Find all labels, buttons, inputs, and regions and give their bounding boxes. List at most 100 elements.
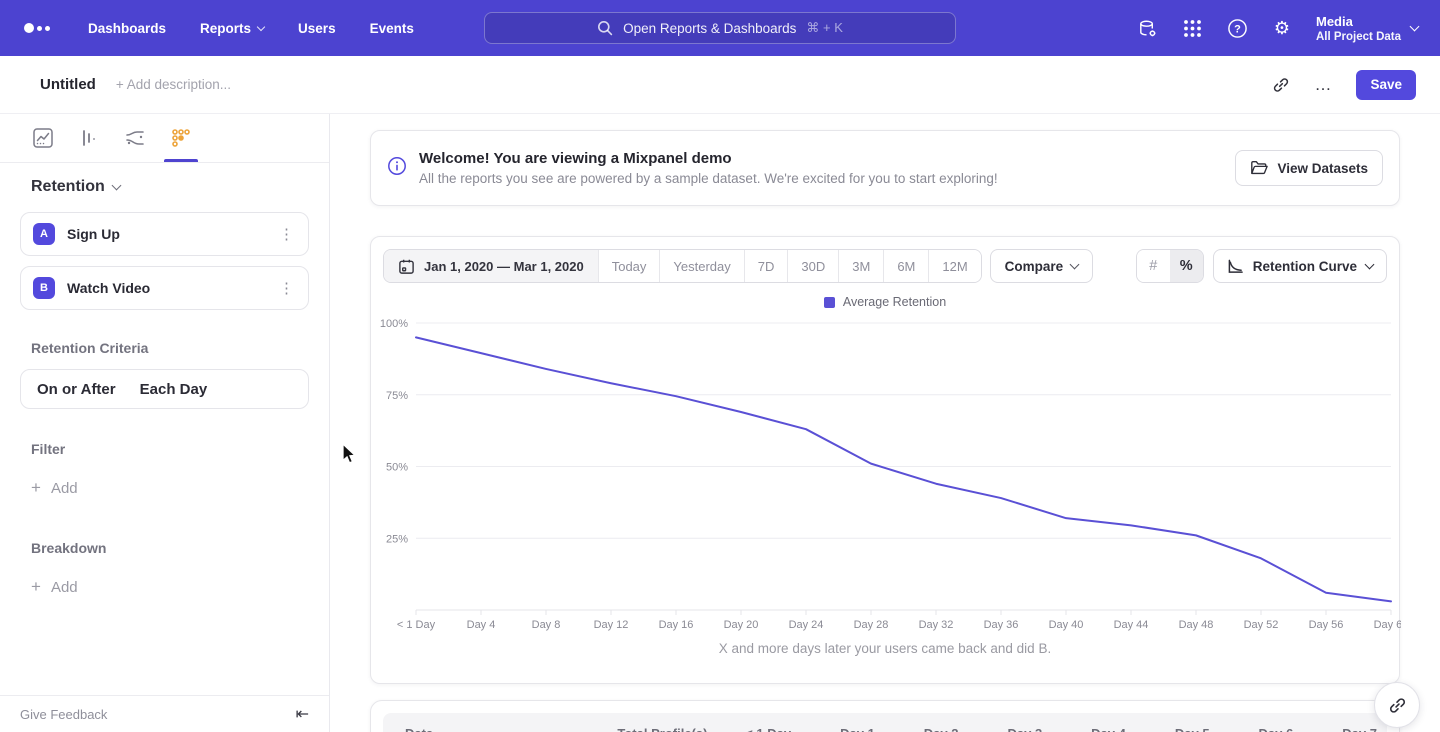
global-search-input[interactable]: Open Reports & Dashboards ⌘ + K <box>484 12 956 44</box>
compare-button[interactable]: Compare <box>990 249 1094 283</box>
primary-nav: Dashboards Reports Users Events <box>88 21 414 36</box>
date-range-group: Jan 1, 2020 — Mar 1, 2020 TodayYesterday… <box>383 249 982 283</box>
retention-table-card: DataTotal Profile(s)< 1 DayDay 1Day 2Day… <box>370 700 1400 732</box>
table-header-5: Day 3 <box>959 726 1043 732</box>
date-preset-7d[interactable]: 7D <box>744 250 788 282</box>
navbar-right: ? ⚙ Media All Project Data <box>1136 0 1418 56</box>
table-header-4: Day 2 <box>875 726 959 732</box>
plus-icon: + <box>31 478 41 498</box>
nav-item-users[interactable]: Users <box>298 21 336 36</box>
collapse-sidebar-icon[interactable]: ⇤ <box>296 704 309 724</box>
copy-link-icon[interactable] <box>1272 76 1290 94</box>
x-tick-label: Day 40 <box>1049 619 1084 631</box>
tab-retention[interactable] <box>158 114 204 162</box>
event-list: ASign Up⋮BWatch Video⋮ <box>20 212 309 310</box>
folder-icon <box>1250 160 1268 176</box>
event-label: Sign Up <box>67 226 120 242</box>
table-header-7: Day 5 <box>1126 726 1210 732</box>
table-header-row: DataTotal Profile(s)< 1 DayDay 1Day 2Day… <box>383 713 1387 732</box>
date-preset-3m[interactable]: 3M <box>838 250 883 282</box>
add-filter-label: Add <box>51 480 78 497</box>
nav-item-label: Dashboards <box>88 21 166 36</box>
nav-item-events[interactable]: Events <box>370 21 414 36</box>
criteria-on-or-after[interactable]: On or After <box>37 381 116 398</box>
tab-funnels[interactable] <box>66 114 112 162</box>
chart-type-label: Retention Curve <box>1253 259 1357 274</box>
table-header-0: Data <box>393 726 584 732</box>
percent-toggle[interactable]: % <box>1170 250 1203 282</box>
project-name: Media <box>1316 13 1401 31</box>
date-preset-yesterday[interactable]: Yesterday <box>659 250 743 282</box>
count-toggle[interactable]: # <box>1137 250 1170 282</box>
report-header: Untitled + Add description... … Save <box>0 56 1440 114</box>
search-icon <box>597 20 613 36</box>
give-feedback-link[interactable]: Give Feedback <box>20 707 107 722</box>
project-switcher[interactable]: Media All Project Data <box>1316 13 1418 43</box>
tab-insights[interactable] <box>20 114 66 162</box>
chart-legend[interactable]: Average Retention <box>371 295 1399 309</box>
view-datasets-button[interactable]: View Datasets <box>1235 150 1383 186</box>
y-tick-label: 100% <box>380 318 408 330</box>
settings-gear-icon[interactable]: ⚙ <box>1271 17 1293 39</box>
link-icon <box>1388 696 1407 715</box>
retention-section-dropdown[interactable]: Retention <box>31 178 309 196</box>
x-tick-label: Day 4 <box>467 619 496 631</box>
main-content: Welcome! You are viewing a Mixpanel demo… <box>330 114 1440 732</box>
help-icon[interactable]: ? <box>1226 17 1248 39</box>
data-management-icon[interactable] <box>1136 17 1158 39</box>
chart-caption: X and more days later your users came ba… <box>371 641 1399 656</box>
info-icon <box>387 156 407 181</box>
x-tick-label: Day 48 <box>1179 619 1214 631</box>
add-breakdown-button[interactable]: + Add <box>31 577 309 597</box>
retention-curve-line <box>416 337 1391 601</box>
criteria-heading: Retention Criteria <box>31 340 309 356</box>
add-filter-button[interactable]: + Add <box>31 478 309 498</box>
top-navbar: Dashboards Reports Users Events Open Report… <box>0 0 1440 56</box>
save-button[interactable]: Save <box>1356 70 1416 100</box>
calendar-icon <box>398 258 415 275</box>
criteria-each-day[interactable]: Each Day <box>140 381 208 398</box>
nav-item-label: Users <box>298 21 336 36</box>
date-range-picker[interactable]: Jan 1, 2020 — Mar 1, 2020 <box>384 250 598 282</box>
x-tick-label: Day 24 <box>789 619 824 631</box>
event-badge: B <box>33 277 55 299</box>
x-tick-label: Day 36 <box>984 619 1019 631</box>
x-tick-label: < 1 Day <box>397 619 436 631</box>
kebab-menu-icon[interactable]: ⋮ <box>279 227 294 242</box>
chevron-down-icon <box>257 22 265 30</box>
kebab-menu-icon[interactable]: ⋮ <box>279 281 294 296</box>
date-preset-today[interactable]: Today <box>598 250 660 282</box>
event-card-b[interactable]: BWatch Video⋮ <box>20 266 309 310</box>
x-tick-label: Day 12 <box>594 619 629 631</box>
retention-chart-card: Jan 1, 2020 — Mar 1, 2020 TodayYesterday… <box>370 236 1400 684</box>
date-preset-30d[interactable]: 30D <box>787 250 838 282</box>
x-tick-label: Day 28 <box>854 619 889 631</box>
value-format-toggle: # % <box>1136 249 1204 283</box>
apps-grid-icon[interactable] <box>1181 17 1203 39</box>
mixpanel-logo-icon[interactable] <box>24 23 50 33</box>
date-preset-6m[interactable]: 6M <box>883 250 928 282</box>
filter-heading: Filter <box>31 441 309 457</box>
table-header-2: < 1 Day <box>707 726 791 732</box>
retention-line-chart: 100%75%50%25%< 1 DayDay 4Day 8Day 12Day … <box>371 311 1401 635</box>
x-tick-label: Day 8 <box>532 619 561 631</box>
event-card-a[interactable]: ASign Up⋮ <box>20 212 309 256</box>
report-sidebar: Retention ASign Up⋮BWatch Video⋮ Retenti… <box>0 114 330 732</box>
x-tick-label: Day 56 <box>1309 619 1344 631</box>
breakdown-heading: Breakdown <box>31 540 309 556</box>
share-link-fab[interactable] <box>1374 682 1420 728</box>
project-scope: All Project Data <box>1316 31 1401 43</box>
tab-flows[interactable] <box>112 114 158 162</box>
nav-item-dashboards[interactable]: Dashboards <box>88 21 166 36</box>
date-preset-12m[interactable]: 12M <box>928 250 980 282</box>
table-header-1: Total Profile(s) <box>584 726 708 732</box>
search-shortcut: ⌘ + K <box>806 20 843 36</box>
retention-criteria-card: On or After Each Day <box>20 369 309 409</box>
chart-type-dropdown[interactable]: Retention Curve <box>1213 249 1387 283</box>
report-title[interactable]: Untitled <box>40 76 96 93</box>
banner-subtitle: All the reports you see are powered by a… <box>419 171 998 186</box>
more-options-icon[interactable]: … <box>1314 75 1332 95</box>
nav-item-reports[interactable]: Reports <box>200 21 264 36</box>
add-description-field[interactable]: + Add description... <box>116 77 231 92</box>
sidebar-footer: Give Feedback ⇤ <box>0 695 329 732</box>
